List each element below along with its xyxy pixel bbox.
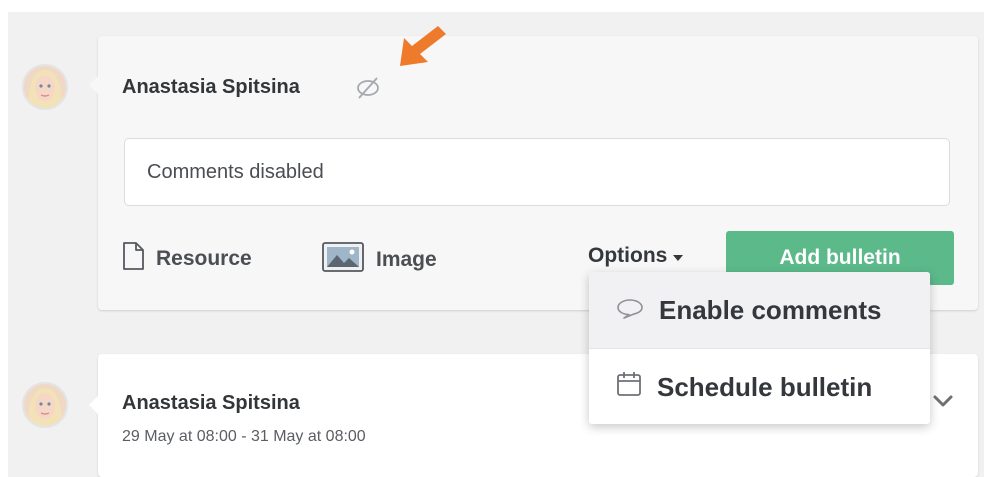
options-dropdown-toggle[interactable]: Options [588,244,684,268]
resource-button[interactable]: Resource [122,242,252,276]
speech-bubble-icon [615,295,645,326]
resource-label: Resource [156,247,252,270]
bulletin-date-range: 29 May at 08:00 - 31 May at 08:00 [122,428,366,445]
chevron-down-icon[interactable] [932,394,954,413]
image-icon [322,242,364,278]
schedule-bulletin-label: Schedule bulletin [657,371,873,402]
options-label: Options [588,244,668,267]
caret-down-icon [673,254,684,261]
bulletin-author-avatar [22,382,68,428]
bulletin-text-value: Comments disabled [147,160,324,183]
comments-disabled-icon[interactable] [354,76,382,105]
image-label: Image [376,248,437,271]
compose-card: Anastasia Spitsina Comments disabled Res… [89,36,978,310]
author-avatar [22,64,68,110]
document-icon [122,242,144,276]
enable-comments-label: Enable comments [659,294,882,325]
calendar-icon [615,370,643,405]
enable-comments-menu-item[interactable]: Enable comments [589,272,930,348]
bulletin-text-input[interactable]: Comments disabled [124,138,950,206]
annotation-arrow-icon [396,22,448,75]
schedule-bulletin-menu-item[interactable]: Schedule bulletin [589,349,930,425]
image-button[interactable]: Image [322,242,437,278]
bulletin-author-name: Anastasia Spitsina [122,392,300,414]
compose-author-name: Anastasia Spitsina [122,76,300,98]
options-menu: Enable comments Schedule bulletin [589,272,930,424]
